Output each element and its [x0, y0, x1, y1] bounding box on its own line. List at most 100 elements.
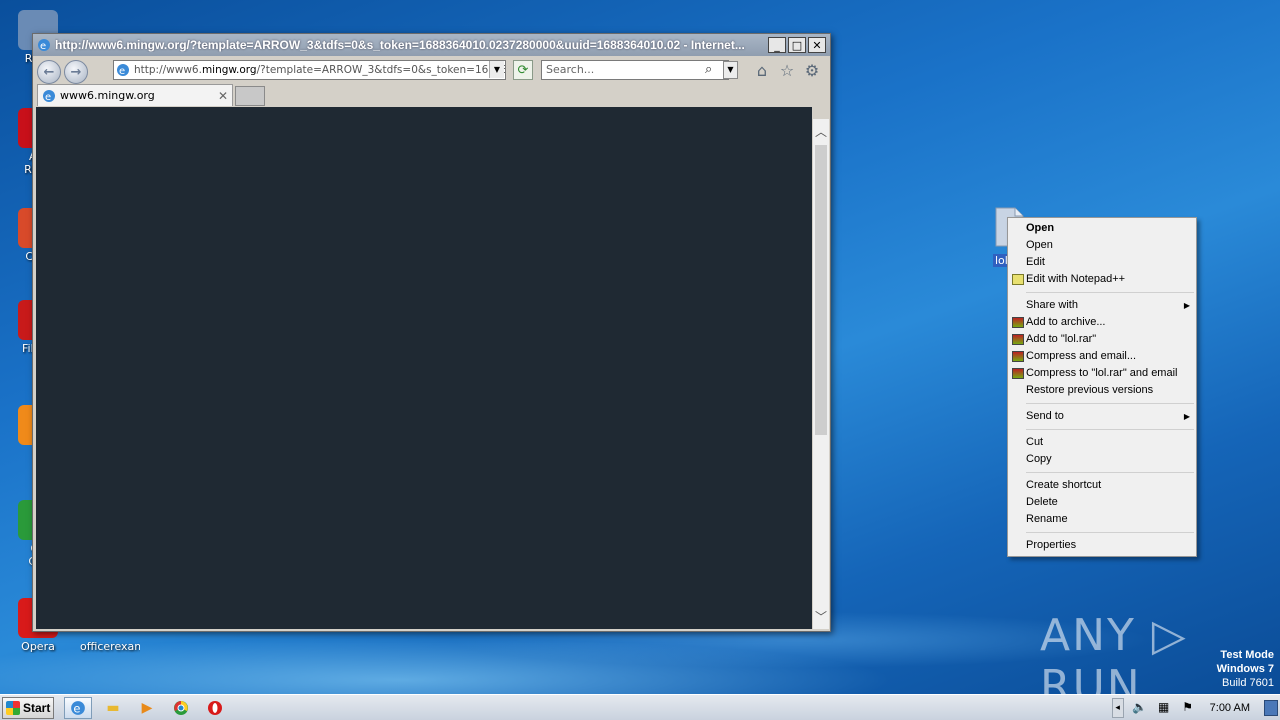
address-prefix: http://www6. — [134, 64, 202, 76]
menu-item-send-to[interactable]: Send to ▶ — [1008, 408, 1196, 425]
window-titlebar[interactable]: e http://www6.mingw.org/?template=ARROW_… — [33, 34, 830, 56]
address-bar[interactable]: e http://www6. mingw.org/?template=ARROW_… — [113, 60, 506, 80]
back-button[interactable]: ← — [37, 60, 61, 84]
submenu-arrow-icon: ▶ — [1183, 412, 1190, 421]
vertical-scrollbar[interactable]: ︿ ﹀ — [813, 119, 829, 629]
maximize-button[interactable]: □ — [788, 37, 806, 53]
refresh-button[interactable]: ⟳ — [513, 60, 533, 80]
scrollbar-thumb[interactable] — [815, 145, 827, 435]
menu-item-label: Compress and email... — [1026, 350, 1137, 362]
menu-separator — [1026, 472, 1194, 473]
test-mode-notice: Test Mode Windows 7 Build 7601 — [1217, 648, 1274, 690]
refresh-icon: ⟳ — [517, 62, 529, 78]
close-button[interactable]: ✕ — [808, 37, 826, 53]
taskbar-media-player-button[interactable]: ▶ — [133, 697, 161, 719]
desktop-icon-label: Opera — [21, 640, 55, 653]
winrar-icon — [1012, 334, 1024, 345]
search-input[interactable]: Search... — [541, 60, 729, 80]
menu-item-add-to-lol-rar[interactable]: Add to "lol.rar" — [1008, 331, 1196, 348]
show-desktop-button[interactable] — [1264, 700, 1278, 716]
tab-active[interactable]: e www6.mingw.org ✕ — [37, 84, 233, 106]
menu-item-compress-to-lol-rar-and-email[interactable]: Compress to "lol.rar" and email — [1008, 365, 1196, 382]
svg-text:e: e — [45, 92, 51, 103]
menu-item-label: Delete — [1026, 496, 1058, 508]
menu-item-label: Open — [1026, 239, 1053, 251]
menu-item-open[interactable]: Open — [1008, 220, 1196, 237]
menu-item-restore-previous-versions[interactable]: Restore previous versions — [1008, 382, 1196, 399]
tray-expand-icon[interactable]: ◂ — [1111, 698, 1124, 718]
action-center-flag-icon[interactable]: ⚑ — [1180, 700, 1196, 716]
menu-item-create-shortcut[interactable]: Create shortcut — [1008, 477, 1196, 494]
menu-item-delete[interactable]: Delete — [1008, 494, 1196, 511]
menu-item-label: Add to "lol.rar" — [1026, 333, 1097, 345]
ie-page-icon: e — [117, 64, 129, 77]
chrome-icon — [174, 701, 188, 715]
taskbar-ie-button[interactable]: e — [64, 697, 92, 719]
ie-icon: e — [71, 701, 85, 716]
home-icon[interactable]: ⌂ — [752, 61, 772, 81]
network-icon[interactable]: ▦ — [1156, 700, 1172, 716]
taskbar-chrome-button[interactable] — [167, 697, 195, 719]
winrar-icon — [1012, 368, 1024, 379]
back-arrow-icon: ← — [43, 64, 55, 80]
taskbar: Start e ▬ ▶ ◂ 🔈 ▦ ⚑ 7:00 AM — [0, 694, 1280, 720]
system-tray: ◂ 🔈 ▦ ⚑ 7:00 AM — [1111, 695, 1280, 720]
menu-item-add-to-archive[interactable]: Add to archive... — [1008, 314, 1196, 331]
test-mode-line2: Windows 7 — [1216, 663, 1274, 675]
menu-item-edit[interactable]: Edit — [1008, 254, 1196, 271]
test-mode-line1: Test Mode — [1220, 649, 1274, 661]
search-icon[interactable]: ⌕ — [705, 62, 721, 78]
svg-text:e: e — [119, 66, 125, 77]
notepadpp-icon — [1012, 274, 1024, 285]
menu-item-open[interactable]: Open — [1008, 237, 1196, 254]
desktop-icon-label: officerexam... — [80, 640, 140, 653]
ie-logo-icon: e — [38, 39, 50, 52]
scroll-down-icon[interactable]: ﹀ — [815, 608, 827, 625]
menu-item-copy[interactable]: Copy — [1008, 451, 1196, 468]
forward-arrow-icon: → — [70, 64, 82, 80]
menu-separator — [1026, 292, 1194, 293]
menu-item-label: Add to archive... — [1026, 316, 1106, 328]
address-dropdown-button[interactable]: ▼ — [489, 61, 504, 78]
search-dropdown-button[interactable]: ▼ — [723, 61, 738, 79]
ie-tab-icon: e — [43, 89, 55, 103]
menu-item-properties[interactable]: Properties — [1008, 537, 1196, 554]
favorites-star-icon[interactable]: ☆ — [777, 61, 797, 81]
menu-item-share-with[interactable]: Share with ▶ — [1008, 297, 1196, 314]
menu-item-rename[interactable]: Rename — [1008, 511, 1196, 528]
gear-icon[interactable]: ⚙ — [802, 61, 822, 81]
volume-icon[interactable]: 🔈 — [1132, 700, 1148, 716]
menu-item-cut[interactable]: Cut — [1008, 434, 1196, 451]
menu-item-compress-and-email[interactable]: Compress and email... — [1008, 348, 1196, 365]
clock[interactable]: 7:00 AM — [1210, 702, 1250, 714]
menu-item-label: Create shortcut — [1026, 479, 1102, 491]
svg-text:e: e — [40, 41, 46, 52]
menu-item-label: Share with — [1026, 299, 1078, 311]
folder-icon: ▬ — [106, 700, 120, 716]
menu-separator — [1026, 403, 1194, 404]
menu-separator — [1026, 532, 1194, 533]
opera-icon — [208, 701, 222, 715]
context-menu: Open Open Edit Edit with Notepad++ Share wit… — [1007, 217, 1197, 557]
menu-item-label: Edit with Notepad++ — [1026, 273, 1126, 285]
window-title: http://www6.mingw.org/?template=ARROW_3&… — [55, 38, 745, 52]
scroll-up-icon[interactable]: ︿ — [815, 123, 827, 140]
test-mode-line3: Build 7601 — [1222, 677, 1274, 689]
media-player-icon: ▶ — [141, 700, 153, 716]
tab-bar: e www6.mingw.org ✕ — [37, 84, 265, 106]
winrar-icon — [1012, 351, 1024, 362]
page-content[interactable] — [36, 107, 812, 629]
tab-title: www6.mingw.org — [60, 89, 155, 102]
forward-button[interactable]: → — [64, 60, 88, 84]
taskbar-explorer-button[interactable]: ▬ — [99, 697, 127, 719]
menu-item-label: Cut — [1026, 436, 1044, 448]
windows-flag-icon — [6, 701, 20, 715]
start-button[interactable]: Start — [2, 697, 54, 719]
tab-close-icon[interactable]: ✕ — [218, 89, 228, 103]
submenu-arrow-icon: ▶ — [1183, 301, 1190, 310]
new-tab-button[interactable] — [235, 86, 265, 106]
winrar-icon — [1012, 317, 1024, 328]
taskbar-opera-button[interactable] — [201, 697, 229, 719]
minimize-button[interactable]: _ — [768, 37, 786, 53]
menu-item-edit-with-notepad[interactable]: Edit with Notepad++ — [1008, 271, 1196, 288]
